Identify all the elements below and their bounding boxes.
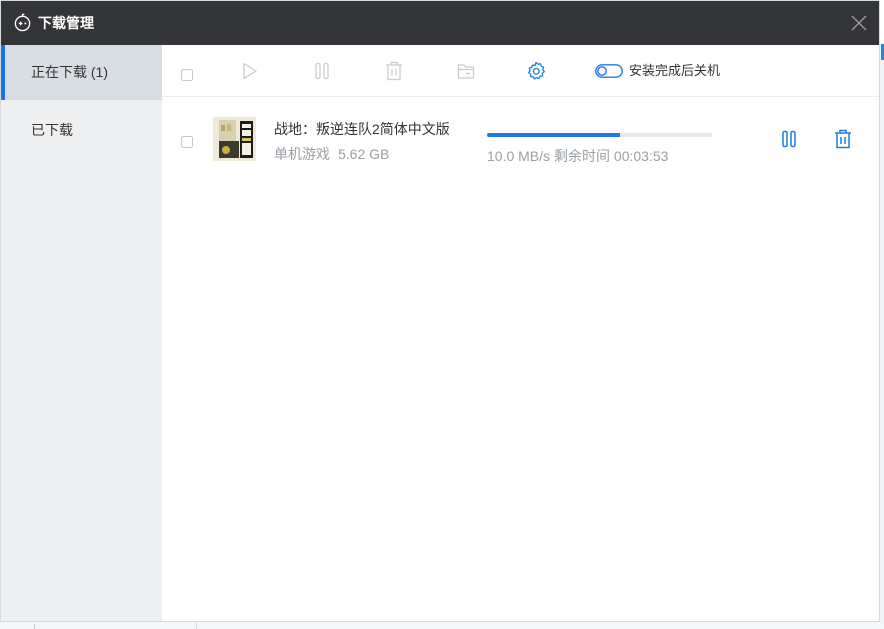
download-progress-fill bbox=[487, 133, 620, 137]
checkbox-icon bbox=[181, 69, 193, 81]
download-meta: 单机游戏 5.62 GB bbox=[274, 144, 389, 164]
delete-all-button[interactable] bbox=[385, 61, 403, 81]
pause-download-button[interactable] bbox=[781, 130, 797, 153]
close-icon[interactable] bbox=[849, 13, 869, 33]
sidebar-item-label: 已下载 bbox=[31, 122, 73, 138]
toolbar: 安装完成后关机 bbox=[162, 45, 879, 97]
pause-icon bbox=[315, 62, 329, 80]
trash-icon bbox=[835, 129, 851, 149]
gamepad-icon bbox=[14, 13, 31, 32]
select-all-checkbox[interactable] bbox=[181, 65, 193, 85]
window-title: 下载管理 bbox=[38, 15, 94, 31]
settings-button[interactable] bbox=[526, 61, 546, 81]
download-remaining-time: 剩余时间 00:03:53 bbox=[554, 148, 669, 164]
sidebar-item-label: 正在下载 (1) bbox=[31, 64, 108, 80]
download-speed: 10.0 MB/s bbox=[487, 148, 551, 164]
download-progress-bar bbox=[487, 133, 712, 137]
sidebar-item-downloading[interactable]: 正在下载 (1) bbox=[1, 45, 162, 100]
download-size: 5.62 GB bbox=[338, 146, 390, 162]
gear-icon bbox=[528, 61, 545, 80]
background-divider bbox=[34, 624, 35, 629]
background-divider bbox=[196, 622, 197, 629]
titlebar: 下载管理 bbox=[1, 1, 879, 45]
download-row: 战地：叛逆连队2简体中文版 单机游戏 5.62 GB 10.0 MB/s 剩余时间 … bbox=[162, 97, 879, 189]
background-edge-right bbox=[880, 44, 884, 629]
sidebar: 正在下载 (1) 已下载 bbox=[1, 45, 162, 621]
download-name: 战地：叛逆连队2简体中文版 bbox=[274, 121, 450, 137]
trash-icon bbox=[386, 61, 402, 81]
checkbox-icon bbox=[181, 136, 193, 148]
start-all-button[interactable] bbox=[242, 61, 258, 81]
game-cover-thumbnail bbox=[213, 117, 256, 161]
pause-all-button[interactable] bbox=[314, 61, 330, 81]
sidebar-item-downloaded[interactable]: 已下载 bbox=[1, 100, 162, 155]
download-stats: 10.0 MB/s 剩余时间 00:03:53 bbox=[487, 146, 668, 166]
background-edge-bottom bbox=[0, 622, 884, 629]
download-category: 单机游戏 bbox=[274, 146, 330, 162]
pause-icon bbox=[782, 130, 796, 148]
main-panel: 安装完成后关机 战地：叛逆连队2简体中文版 单机游戏 5.62 GB 10.0 … bbox=[162, 45, 879, 621]
toggle-switch-icon bbox=[595, 64, 623, 78]
row-checkbox[interactable] bbox=[181, 135, 193, 153]
delete-download-button[interactable] bbox=[834, 129, 852, 154]
download-manager-window: 下载管理 正在下载 (1) 已下载 安装完成后关机 战地：叛逆连队2简体中文版 … bbox=[0, 0, 880, 622]
toggle-label: 安装完成后关机 bbox=[629, 63, 721, 78]
shutdown-after-install-toggle[interactable]: 安装完成后关机 bbox=[595, 61, 720, 81]
open-folder-button[interactable] bbox=[457, 61, 475, 81]
game-cover-image bbox=[213, 117, 256, 161]
folder-icon bbox=[457, 64, 475, 79]
play-icon bbox=[243, 62, 257, 80]
